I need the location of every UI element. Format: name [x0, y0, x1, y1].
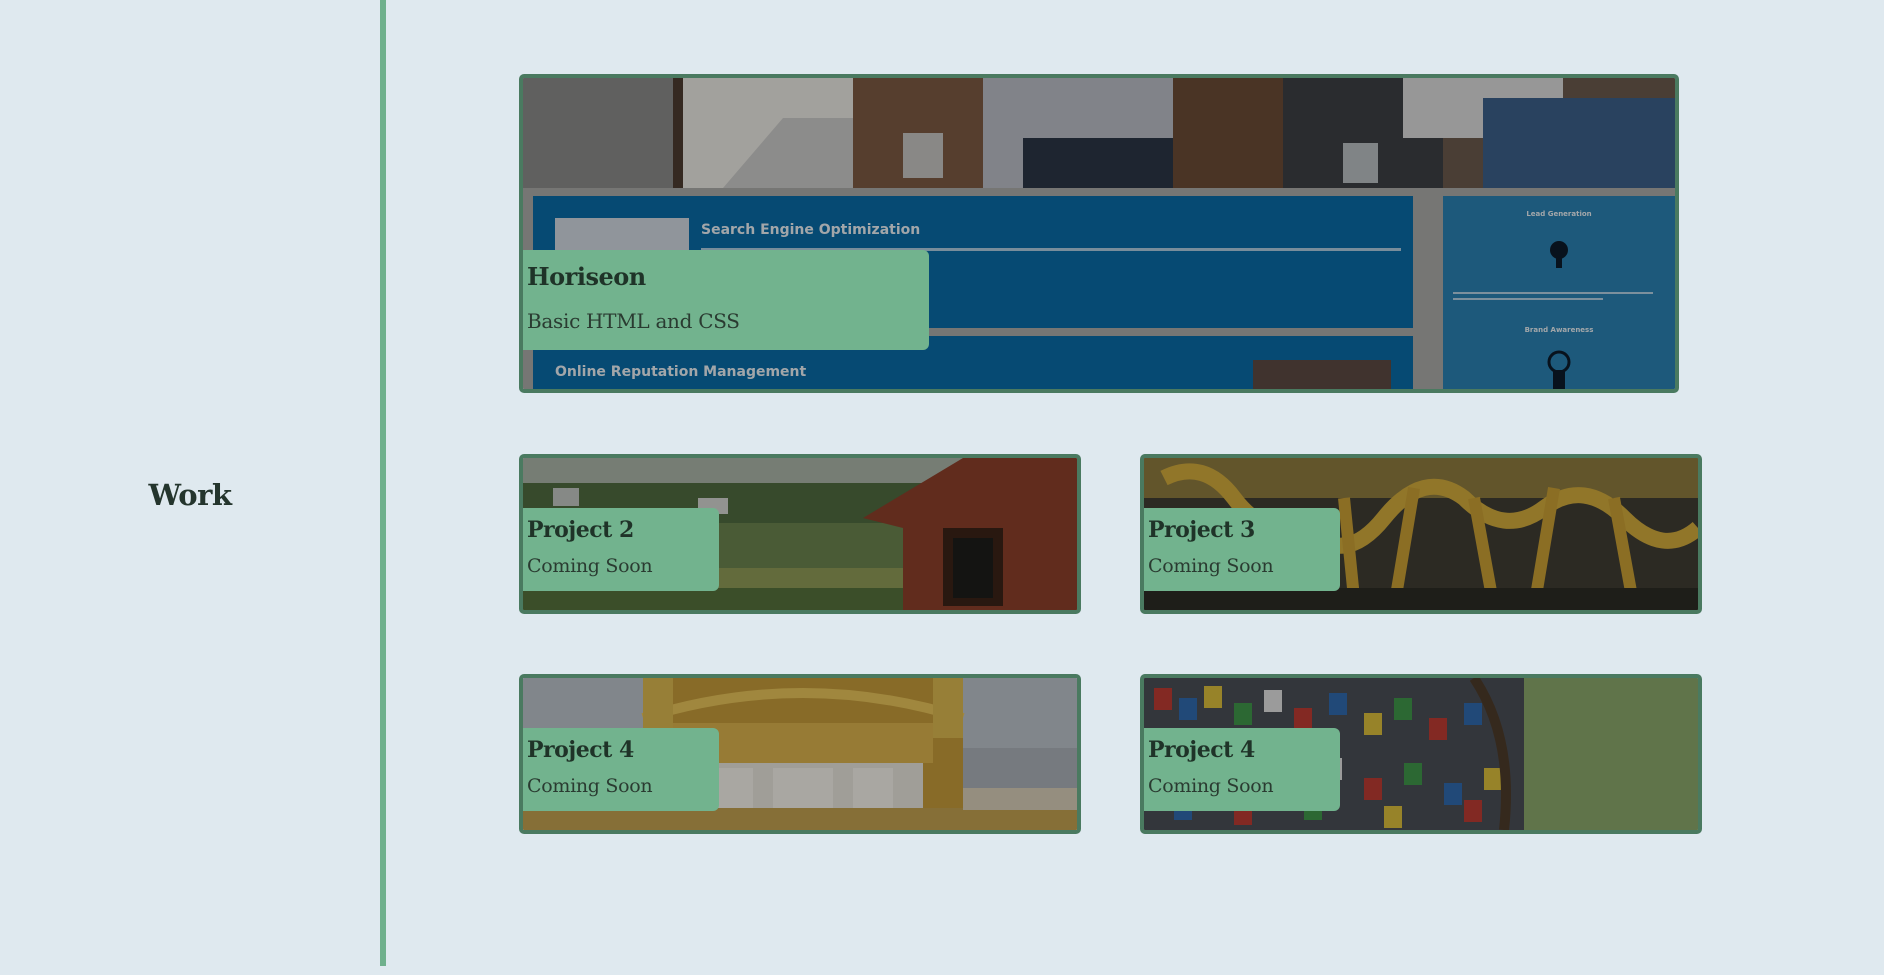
project-card-project-4-flags[interactable]: Project 4 Coming Soon — [1140, 674, 1702, 834]
project-title[interactable]: Project 2 — [527, 517, 719, 543]
project-subtitle: Coming Soon — [527, 775, 653, 797]
project-subtitle: Basic HTML and CSS — [527, 309, 740, 333]
project-subtitle: Coming Soon — [1148, 555, 1274, 577]
project-caption: Project 3 Coming Soon — [1144, 508, 1340, 591]
project-title[interactable]: Project 4 — [1148, 737, 1340, 763]
portfolio-page: Work Search Engine Optimization Online R… — [0, 0, 1884, 975]
project-title[interactable]: Project 4 — [527, 737, 719, 763]
project-caption: Project 4 Coming Soon — [1144, 728, 1340, 811]
section-divider — [380, 0, 386, 966]
project-subtitle: Coming Soon — [1148, 775, 1274, 797]
project-title[interactable]: Horiseon — [527, 262, 929, 291]
project-title[interactable]: Project 3 — [1148, 517, 1340, 543]
project-card-project-3[interactable]: Project 3 Coming Soon — [1140, 454, 1702, 614]
project-subtitle: Coming Soon — [527, 555, 653, 577]
project-card-horiseon[interactable]: Search Engine Optimization Online Reputa… — [519, 74, 1679, 393]
project-caption: Project 2 Coming Soon — [523, 508, 719, 591]
project-card-project-4[interactable]: Project 4 Coming Soon — [519, 674, 1081, 834]
section-heading-work: Work — [148, 478, 232, 513]
project-caption: Horiseon Basic HTML and CSS — [523, 250, 929, 350]
project-card-project-2[interactable]: Project 2 Coming Soon — [519, 454, 1081, 614]
project-caption: Project 4 Coming Soon — [523, 728, 719, 811]
